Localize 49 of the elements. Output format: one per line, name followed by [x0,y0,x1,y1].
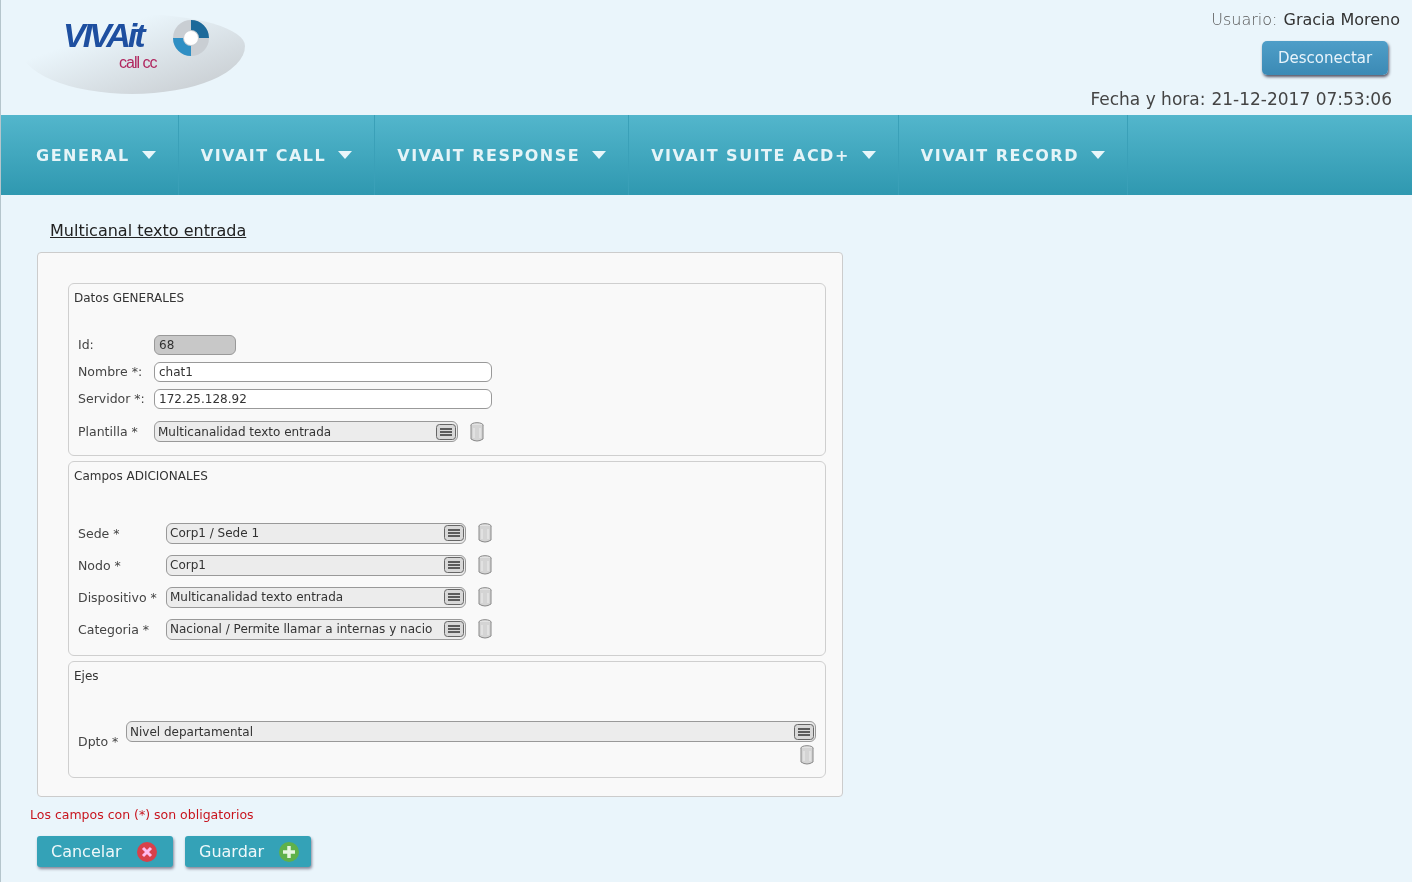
field-label: Dispositivo * [78,589,158,605]
list-icon[interactable] [444,557,464,573]
plus-icon[interactable] [278,840,301,863]
required-fields-note: Los campos con (*) son obligatorios [30,807,255,822]
caret-down-icon[interactable] [861,151,876,159]
field-label: Servidor *: [78,391,146,406]
logo-product: call cc [119,54,157,72]
user-name: Gracia Moreno [1283,10,1400,29]
trash-icon[interactable] [800,745,814,765]
caret-down-icon[interactable] [592,151,607,159]
field-label: Sede * [78,525,121,541]
field-label: Nombre *: [78,364,144,379]
text-field[interactable]: 172.25.128.92 [154,388,492,409]
list-icon[interactable] [794,723,814,740]
section-legend: Campos ADICIONALES [74,469,820,509]
close-icon[interactable] [135,840,158,863]
field-label: Plantilla * [78,424,139,439]
caret-down-icon[interactable] [1090,151,1105,159]
trash-icon[interactable] [478,587,492,607]
trash-icon[interactable] [470,421,484,442]
text-field[interactable]: chat1 [154,361,492,382]
field-label: Dpto * [78,734,120,749]
caret-down-icon[interactable] [141,151,156,159]
list-icon[interactable] [444,525,464,541]
page-title-link[interactable]: Multicanal texto entrada [50,221,247,240]
list-icon[interactable] [444,621,464,637]
sphere-icon [171,18,211,58]
select-field[interactable]: Multicanalidad texto entrada [166,586,466,608]
select-field[interactable]: Multicanalidad texto entrada [154,421,458,442]
select-field[interactable]: Corp1 [166,554,466,576]
datetime-label: Fecha y hora: [1090,89,1206,109]
list-icon[interactable] [444,589,464,605]
trash-icon[interactable] [478,555,492,575]
section-legend: Ejes [74,669,820,715]
user-label: Usuario: [1211,10,1278,29]
caret-down-icon[interactable] [338,151,353,159]
list-icon[interactable] [436,423,456,440]
select-field[interactable]: Nacional / Permite llamar a internas y nacio [166,618,466,640]
field-label: Nodo * [78,557,122,573]
field-label: Categoria * [78,621,151,637]
field-label: Id: [78,337,95,352]
select-field[interactable]: Nivel departamental [126,721,816,742]
select-field[interactable]: Corp1 / Sede 1 [166,522,466,544]
section-legend: Datos GENERALES [74,291,820,331]
logo-brand: VIVAit [63,16,143,55]
trash-icon[interactable] [478,619,492,639]
trash-icon[interactable] [478,523,492,543]
datetime-value: 21-12-2017 07:53:06 [1211,89,1392,109]
id-field[interactable]: 68 [154,334,236,355]
